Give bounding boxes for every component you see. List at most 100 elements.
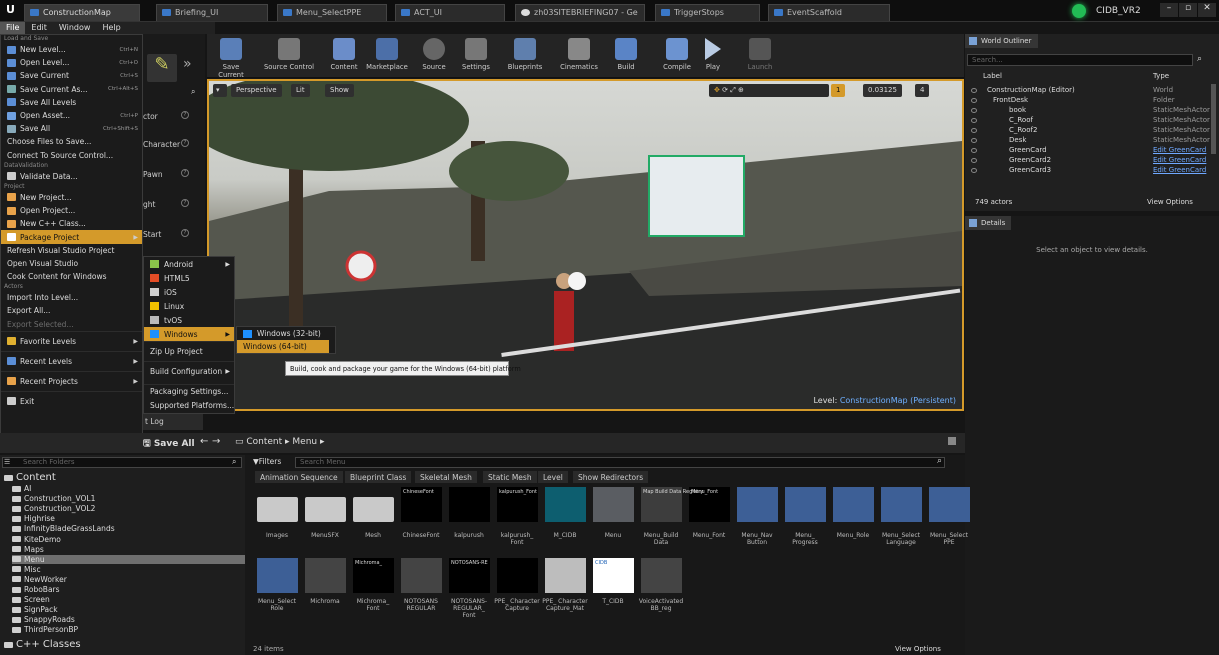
package-linux[interactable]: Linux <box>144 299 234 313</box>
menu-file[interactable]: File <box>0 22 26 34</box>
asset-thumbnail[interactable] <box>545 487 586 522</box>
visibility-icon[interactable] <box>971 157 977 163</box>
filter-static-mesh[interactable]: Static Mesh <box>483 471 537 483</box>
filter-level[interactable]: Level <box>538 471 568 483</box>
menu-validate-data[interactable]: Validate Data... <box>1 170 142 183</box>
asset-thumbnail[interactable] <box>305 558 346 593</box>
visibility-icon[interactable] <box>971 107 977 113</box>
build-configuration[interactable]: Build Configuration ▶ <box>144 361 234 381</box>
tab-act-ui[interactable]: ACT_UI <box>395 4 505 21</box>
menu-choose-files[interactable]: Choose Files to Save... <box>1 135 142 148</box>
menu-recent-projects[interactable]: Recent Projects ▶ <box>1 370 142 391</box>
folder-item[interactable]: Construction_VOL2 <box>12 504 95 513</box>
asset-view-options[interactable]: View Options <box>895 645 941 653</box>
outliner-search-input[interactable]: Search... <box>967 54 1193 66</box>
menu-new-cpp-class[interactable]: New C++ Class... <box>1 217 142 230</box>
modes-expand-icon[interactable]: » <box>183 56 192 72</box>
asset-thumbnail[interactable] <box>497 558 538 593</box>
place-light-item[interactable]: ght? <box>143 199 198 209</box>
settings-button[interactable]: Settings <box>459 36 493 76</box>
asset-thumbnail[interactable] <box>881 487 922 522</box>
package-tvos[interactable]: tvOS <box>144 313 234 327</box>
save-all-button[interactable]: 🖫 Save All <box>143 436 195 452</box>
cinematics-button[interactable]: Cinematics <box>555 36 603 76</box>
history-back-button[interactable]: ← <box>200 436 208 447</box>
folder-item[interactable]: SnappyRoads <box>12 615 75 624</box>
place-pawn-item[interactable]: Pawn? <box>143 169 198 179</box>
menu-package-project[interactable]: Package Project ▶ <box>1 230 142 244</box>
filters-button[interactable]: ▼Filters <box>253 457 281 466</box>
asset-thumbnail[interactable] <box>641 558 682 593</box>
outliner-row[interactable]: ConstructionMap (Editor) World <box>965 85 1209 95</box>
play-button[interactable]: Play <box>701 36 725 76</box>
asset-thumbnail[interactable] <box>353 497 394 522</box>
outliner-row[interactable]: book StaticMeshActor <box>965 105 1210 115</box>
source-button[interactable]: Source <box>417 36 451 76</box>
menu-edit[interactable]: Edit <box>25 22 53 34</box>
menu-new-level[interactable]: New Level... Ctrl+N <box>1 43 142 56</box>
filter-blueprint-class[interactable]: Blueprint Class <box>345 471 412 483</box>
transform-tools[interactable]: ✥ ⟳ ⤢ ⊕ <box>709 84 829 97</box>
asset-thumbnail[interactable] <box>305 497 346 522</box>
compile-button[interactable]: Compile <box>659 36 695 76</box>
asset-search-input[interactable]: Search Menu <box>295 457 945 468</box>
visibility-icon[interactable] <box>971 147 977 153</box>
column-type[interactable]: Type <box>1153 72 1169 80</box>
search-icon[interactable]: ⌕ <box>937 456 942 466</box>
edit-blueprint-link[interactable]: Edit GreenCard <box>1153 156 1206 164</box>
blueprints-button[interactable]: Blueprints <box>503 36 547 76</box>
menu-import-into-level[interactable]: Import Into Level... <box>1 291 142 304</box>
packaging-settings[interactable]: Packaging Settings... <box>144 384 234 398</box>
asset-thumbnail[interactable] <box>449 487 490 522</box>
lit-button[interactable]: Lit <box>291 84 310 97</box>
menu-connect-source-control[interactable]: Connect To Source Control... <box>1 149 142 162</box>
tab-menu-select-ppe[interactable]: Menu_SelectPPE <box>277 4 387 21</box>
menu-help[interactable]: Help <box>96 22 126 34</box>
folder-item[interactable]: AI <box>12 484 31 493</box>
windows-64-bit[interactable]: Windows (64-bit) <box>237 340 329 353</box>
build-button[interactable]: Build <box>611 36 641 76</box>
perspective-button[interactable]: Perspective <box>231 84 282 97</box>
filter-skeletal-mesh[interactable]: Skeletal Mesh <box>415 471 477 483</box>
search-folders-input[interactable]: Search Folders <box>2 457 242 468</box>
outliner-row[interactable]: GreenCard Edit GreenCard <box>965 145 1209 155</box>
visibility-icon[interactable] <box>971 87 977 93</box>
folder-item[interactable]: Misc <box>12 565 41 574</box>
menu-export-all[interactable]: Export All... <box>1 304 142 317</box>
menu-cook-content[interactable]: Cook Content for Windows <box>1 270 142 283</box>
tab-construction-map[interactable]: ConstructionMap <box>24 4 140 21</box>
output-log-tab[interactable]: t Log <box>143 414 203 430</box>
package-windows[interactable]: Windows ▶ <box>144 327 234 341</box>
menu-save-all[interactable]: Save All Ctrl+Shift+S <box>1 122 142 135</box>
tab-briefing-ui[interactable]: Briefing_UI <box>156 4 268 21</box>
menu-new-project[interactable]: New Project... <box>1 191 142 204</box>
unreal-logo-icon[interactable]: U <box>6 3 20 17</box>
folder-item[interactable]: Screen <box>12 595 50 604</box>
marketplace-button[interactable]: Marketplace <box>363 36 411 76</box>
minimize-button[interactable]: – <box>1160 3 1178 17</box>
place-search-icon[interactable]: ⌕ <box>191 87 195 97</box>
tab-browser[interactable]: zh03SITEBRIEFING07 - Ge <box>515 4 645 21</box>
edit-blueprint-link[interactable]: Edit GreenCard <box>1153 166 1206 174</box>
menu-open-project[interactable]: Open Project... <box>1 204 142 217</box>
folder-root[interactable]: Content <box>4 472 56 483</box>
close-button[interactable]: ✕ <box>1198 3 1216 17</box>
menu-exit[interactable]: Exit <box>1 390 142 411</box>
visibility-icon[interactable] <box>971 97 977 103</box>
folder-item[interactable]: InfinityBladeGrassLands <box>12 524 115 533</box>
asset-thumbnail[interactable] <box>737 487 778 522</box>
menu-open-level[interactable]: Open Level... Ctrl+O <box>1 56 142 69</box>
breadcrumb-menu[interactable]: Menu <box>292 437 317 447</box>
grid-snap-value[interactable]: 1 <box>831 84 846 97</box>
source-control-icon[interactable] <box>1072 4 1086 18</box>
source-control-button[interactable]: Source Control <box>261 36 317 76</box>
outliner-row[interactable]: Desk StaticMeshActor <box>965 135 1210 145</box>
menu-favorite-levels[interactable]: Favorite Levels ▶ <box>1 330 142 351</box>
folder-item[interactable]: NewWorker <box>12 575 67 584</box>
zip-up-project[interactable]: Zip Up Project <box>144 341 234 361</box>
asset-thumbnail[interactable] <box>833 487 874 522</box>
asset-thumbnail[interactable] <box>401 558 442 593</box>
tab-trigger-stops[interactable]: TriggerStops <box>655 4 760 21</box>
place-start-item[interactable]: Start? <box>143 229 198 239</box>
asset-thumbnail[interactable] <box>785 487 826 522</box>
